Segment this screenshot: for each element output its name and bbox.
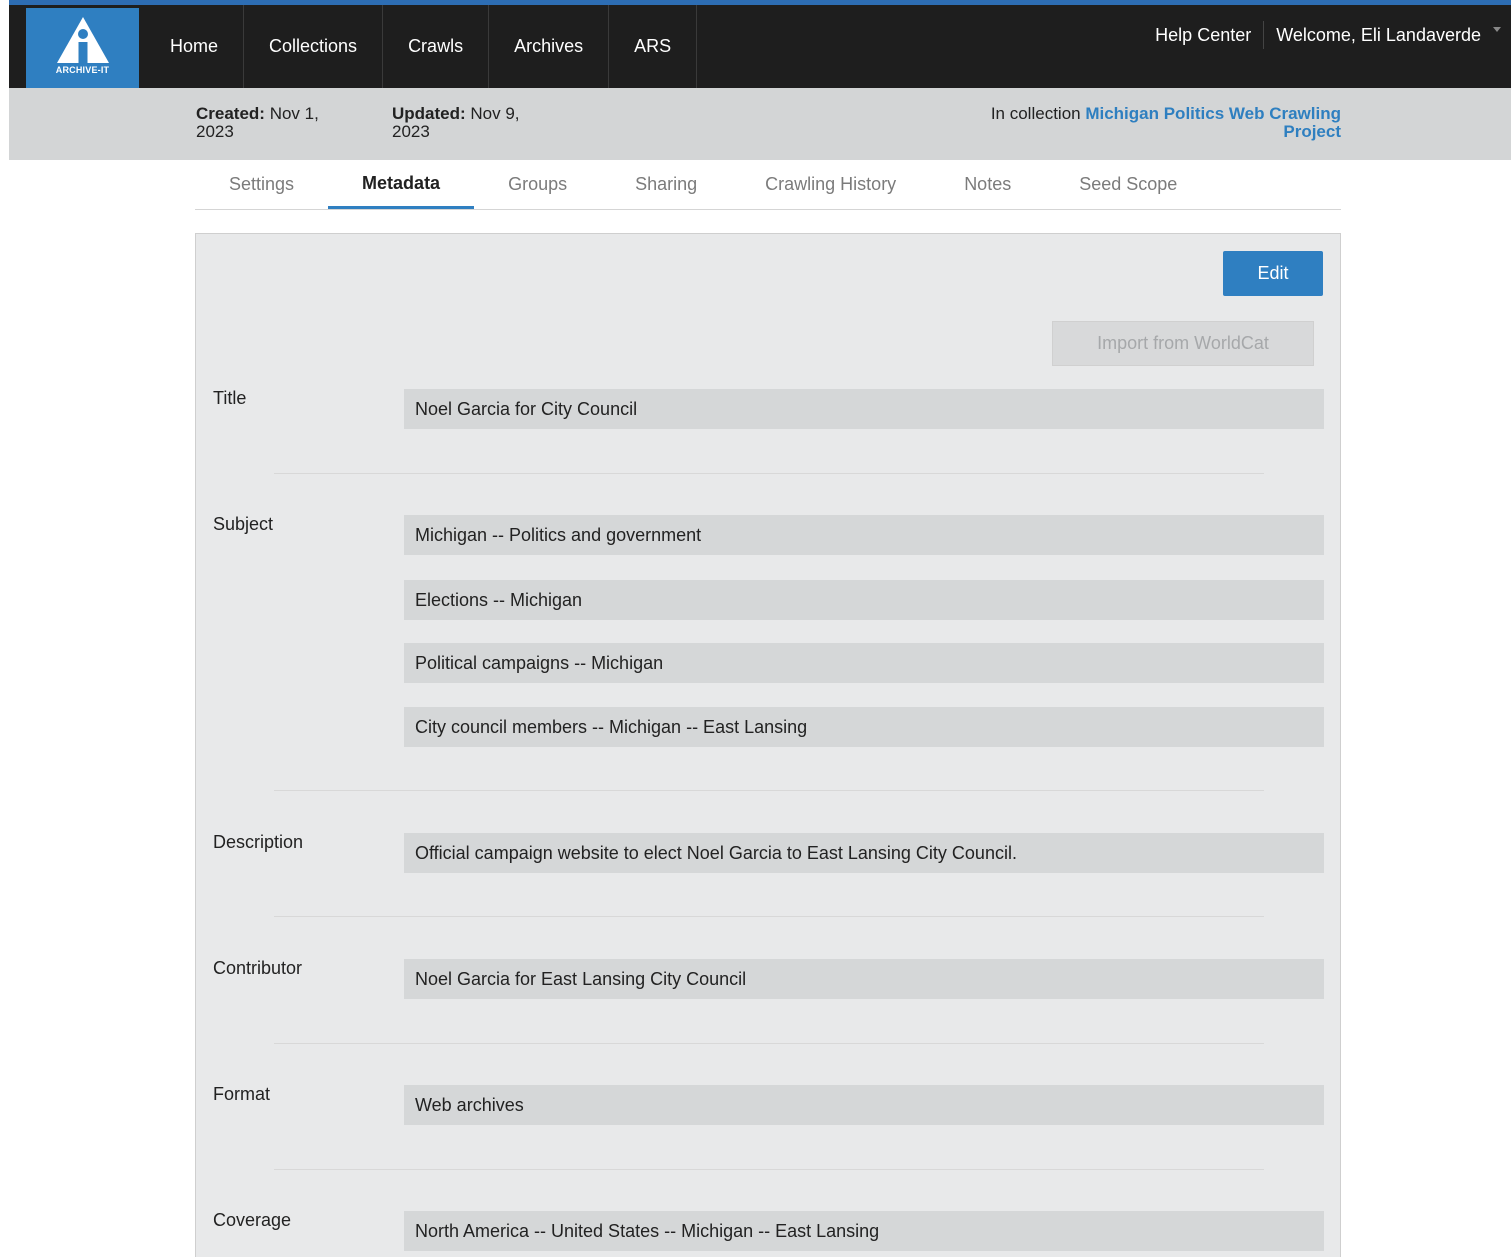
divider <box>274 1043 1264 1044</box>
nav-archives[interactable]: Archives <box>489 5 610 88</box>
contributor-label: Contributor <box>213 958 303 978</box>
subject-value: City council members -- Michigan -- East… <box>404 707 1324 747</box>
nav-crawls[interactable]: Crawls <box>383 5 490 88</box>
tab-sharing[interactable]: Sharing <box>601 160 731 209</box>
updated-date: Updated: Nov 9, 2023 <box>392 105 552 141</box>
metadata-panel: Edit Import from WorldCat Title Noel Gar… <box>195 233 1341 1257</box>
format-value: Web archives <box>404 1085 1324 1125</box>
collection-link[interactable]: Michigan Politics Web Crawling Project <box>1085 104 1341 141</box>
user-menu[interactable]: Welcome, Eli Landaverde <box>1264 25 1493 46</box>
divider <box>274 473 1264 474</box>
chevron-down-icon[interactable] <box>1493 27 1501 32</box>
subject-value: Political campaigns -- Michigan <box>404 643 1324 683</box>
archive-it-logo-icon <box>56 17 109 63</box>
title-value: Noel Garcia for City Council <box>404 389 1324 429</box>
created-date: Created: Nov 1, 2023 <box>196 105 356 141</box>
collection-info: In collection Michigan Politics Web Craw… <box>991 105 1341 141</box>
tab-seed-scope[interactable]: Seed Scope <box>1045 160 1211 209</box>
subject-value: Elections -- Michigan <box>404 580 1324 620</box>
contributor-value: Noel Garcia for East Lansing City Counci… <box>404 959 1324 999</box>
user-nav: Help Center Welcome, Eli Landaverde <box>1143 5 1493 65</box>
nav-ars[interactable]: ARS <box>609 5 698 88</box>
nav-home[interactable]: Home <box>148 5 245 88</box>
import-worldcat-button[interactable]: Import from WorldCat <box>1052 321 1314 366</box>
nav-collections[interactable]: Collections <box>244 5 384 88</box>
page-left-margin <box>0 0 9 1257</box>
subject-label: Subject <box>213 514 274 534</box>
logo-text: ARCHIVE-IT <box>55 65 110 75</box>
help-center-link[interactable]: Help Center <box>1143 25 1263 46</box>
tab-metadata[interactable]: Metadata <box>328 160 475 209</box>
description-label: Description <box>213 832 304 852</box>
format-label: Format <box>213 1084 271 1104</box>
updated-label: Updated: <box>392 104 466 123</box>
seed-info-bar: Created: Nov 1, 2023 Updated: Nov 9, 202… <box>9 88 1511 160</box>
divider <box>274 790 1264 791</box>
archive-it-logo[interactable]: ARCHIVE-IT <box>26 8 139 88</box>
tab-crawling-history[interactable]: Crawling History <box>731 160 930 209</box>
tab-groups[interactable]: Groups <box>474 160 601 209</box>
description-value: Official campaign website to elect Noel … <box>404 833 1324 873</box>
created-label: Created: <box>196 104 265 123</box>
seed-tabs: Settings Metadata Groups Sharing Crawlin… <box>195 160 1341 210</box>
title-label: Title <box>213 388 247 408</box>
main-nav: Home Collections Crawls Archives ARS <box>148 5 698 88</box>
top-navbar: ARCHIVE-IT Home Collections Crawls Archi… <box>9 0 1511 88</box>
edit-button[interactable]: Edit <box>1223 251 1323 296</box>
coverage-label: Coverage <box>213 1210 292 1230</box>
divider <box>274 916 1264 917</box>
collection-link-line1: Michigan Politics Web Crawling <box>1085 104 1341 123</box>
divider <box>274 1169 1264 1170</box>
collection-link-line2: Project <box>1283 122 1341 141</box>
subject-value: Michigan -- Politics and government <box>404 515 1324 555</box>
tab-settings[interactable]: Settings <box>195 160 328 209</box>
collection-prefix: In collection <box>990 104 1086 123</box>
coverage-value: North America -- United States -- Michig… <box>404 1211 1324 1251</box>
tab-notes[interactable]: Notes <box>930 160 1045 209</box>
